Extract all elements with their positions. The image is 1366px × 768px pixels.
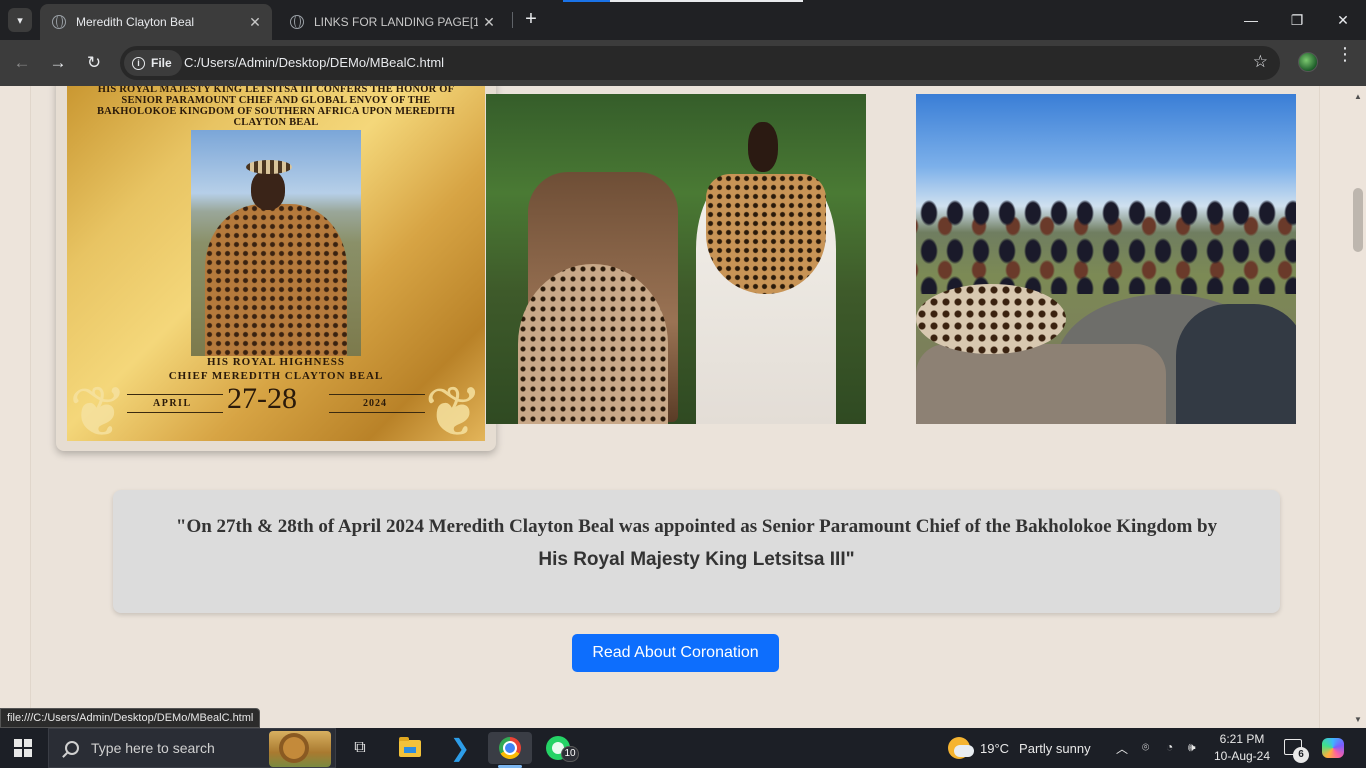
whatsapp-unread-badge: 10 xyxy=(561,746,579,762)
globe-icon xyxy=(52,15,66,29)
network-icon[interactable]: ◔ xyxy=(1166,740,1173,754)
vscode-icon[interactable]: ❯ xyxy=(440,732,480,764)
tab-search-button[interactable]: ▾ xyxy=(8,8,32,32)
browser-toolbar: ← → ↻ i File C:/Users/Admin/Desktop/DEMo… xyxy=(0,40,1366,86)
tab-close-icon[interactable]: ✕ xyxy=(478,14,500,31)
poster-month: APRIL xyxy=(153,398,192,409)
read-about-coronation-button[interactable]: Read About Coronation xyxy=(572,634,779,672)
site-info-label: File xyxy=(151,56,172,70)
weather-temperature: 19°C xyxy=(980,740,1010,756)
close-window-button[interactable]: ✕ xyxy=(1320,0,1366,40)
tab-title: LINKS FOR LANDING PAGE[1].p xyxy=(314,15,478,29)
ornament-right-icon: ❦ xyxy=(424,373,483,441)
windows-taskbar: Type here to search ⧉ ❯ 19°C Partly sunn… xyxy=(0,728,1366,768)
clock-time: 6:21 PM xyxy=(1219,732,1265,746)
coronation-photo-chiefs xyxy=(486,94,866,424)
poster-headline: HIS ROYAL MAJESTY KING LETSITSA III CONF… xyxy=(96,86,456,128)
search-icon xyxy=(65,741,79,755)
address-bar[interactable]: i File C:/Users/Admin/Desktop/DEMo/MBeal… xyxy=(120,46,1280,80)
weather-description: Partly sunny xyxy=(1019,740,1091,756)
link-status-bubble: file:///C:/Users/Admin/Desktop/DEMo/MBea… xyxy=(0,708,261,728)
globe-icon xyxy=(290,15,304,29)
scrollbar-thumb[interactable] xyxy=(1353,188,1363,252)
tab-links-for-landing-page[interactable]: LINKS FOR LANDING PAGE[1].p ✕ xyxy=(278,4,506,40)
tab-meredith-clayton-beal[interactable]: Meredith Clayton Beal ✕ xyxy=(40,4,272,40)
show-hidden-icons-chevron-icon[interactable]: ︿ xyxy=(1116,740,1128,757)
weather-widget[interactable]: 19°C Partly sunny xyxy=(948,728,1091,768)
page-scrollbar[interactable]: ▲ ▼ xyxy=(1350,86,1366,728)
tab-close-icon[interactable]: ✕ xyxy=(244,14,266,31)
poster-year: 2024 xyxy=(363,398,387,409)
partly-sunny-icon xyxy=(948,737,974,759)
minimize-button[interactable]: — xyxy=(1228,0,1274,40)
lion-search-highlight-icon xyxy=(269,731,331,767)
coronation-poster: HIS ROYAL MAJESTY KING LETSITSA III CONF… xyxy=(67,86,485,441)
extension-icon[interactable] xyxy=(1298,52,1318,72)
task-view-icon[interactable]: ⧉ xyxy=(340,732,380,764)
volume-icon[interactable]: 🕪 xyxy=(1188,740,1196,755)
ornament-left-icon: ❦ xyxy=(69,373,128,441)
coronation-photo-crowd xyxy=(916,94,1296,424)
site-info-chip[interactable]: i File xyxy=(124,50,182,76)
poster-subtitle: HIS ROYAL HIGHNESS xyxy=(206,356,346,368)
scroll-up-arrow-icon[interactable]: ▲ xyxy=(1354,92,1362,101)
tab-title: Meredith Clayton Beal xyxy=(76,15,195,29)
new-tab-button[interactable]: + xyxy=(520,8,542,32)
maximize-button[interactable]: ❐ xyxy=(1274,0,1320,40)
poster-portrait xyxy=(191,130,361,356)
tab-strip: ▾ Meredith Clayton Beal ✕ LINKS FOR LAND… xyxy=(0,0,1366,40)
quote-line-2: His Royal Majesty King Letsitsa III" xyxy=(538,549,855,570)
poster-name: CHIEF MEREDITH CLAYTON BEAL xyxy=(168,370,384,382)
browser-menu-icon[interactable]: ⋮ xyxy=(1336,45,1354,63)
taskbar-search-box[interactable]: Type here to search xyxy=(48,728,336,768)
bookmark-star-icon[interactable]: ☆ xyxy=(1253,52,1268,72)
windows-start-icon[interactable] xyxy=(14,739,32,757)
scroll-down-arrow-icon[interactable]: ▼ xyxy=(1354,715,1362,724)
back-button[interactable]: ← xyxy=(10,51,34,75)
info-icon: i xyxy=(132,56,145,70)
meet-icon[interactable]: ⌾ xyxy=(1142,740,1149,755)
copilot-icon[interactable] xyxy=(1322,738,1344,758)
tab-divider xyxy=(512,12,513,28)
quote-line-1: "On 27th & 28th of April 2024 Meredith C… xyxy=(175,516,1218,537)
page-viewport: HIS ROYAL MAJESTY KING LETSITSA III CONF… xyxy=(0,86,1350,728)
reload-button[interactable]: ↻ xyxy=(82,51,106,75)
url-text[interactable]: C:/Users/Admin/Desktop/DEMo/MBealC.html xyxy=(184,55,444,70)
poster-days: 27-28 xyxy=(227,382,297,415)
forward-button[interactable]: → xyxy=(46,51,70,75)
notification-count-badge: 6 xyxy=(1293,747,1309,763)
chrome-icon[interactable] xyxy=(488,732,532,764)
coronation-poster-card: HIS ROYAL MAJESTY KING LETSITSA III CONF… xyxy=(56,86,496,451)
file-explorer-icon[interactable] xyxy=(390,732,430,764)
coronation-quote: "On 27th & 28th of April 2024 Meredith C… xyxy=(113,490,1280,613)
clock-date: 10-Aug-24 xyxy=(1213,749,1271,763)
loading-indicator xyxy=(563,0,803,2)
taskbar-clock[interactable]: 6:21 PM 10-Aug-24 xyxy=(1210,731,1274,765)
page-content: HIS ROYAL MAJESTY KING LETSITSA III CONF… xyxy=(30,86,1320,728)
search-placeholder: Type here to search xyxy=(91,740,215,756)
